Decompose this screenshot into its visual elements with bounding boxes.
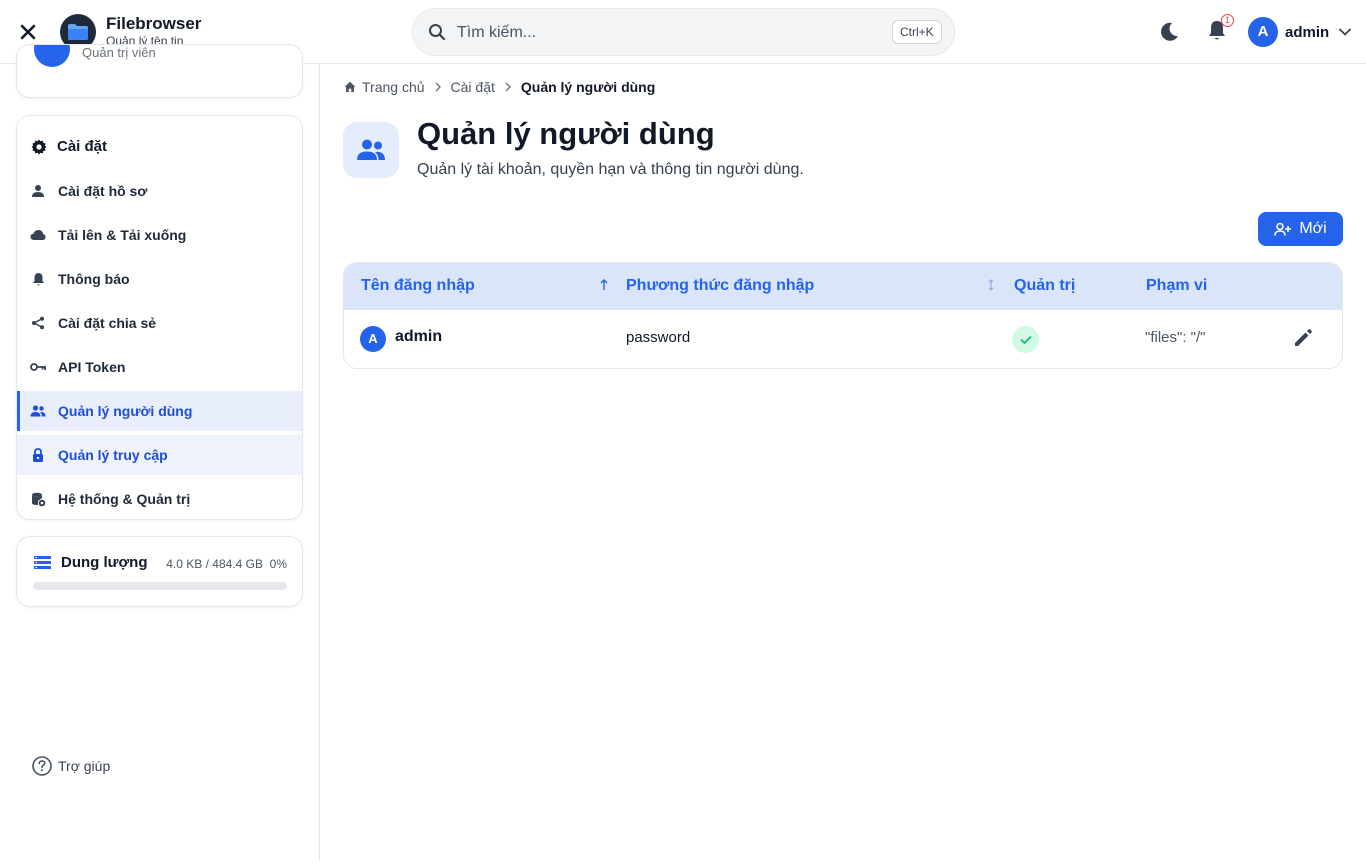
storage-header: Dung lượng 4.0 KB / 484.4 GB 0% <box>34 554 287 571</box>
profile-card[interactable]: Quản trị viên <box>16 44 303 98</box>
column-header-scope[interactable]: Phạm vi <box>1146 277 1207 295</box>
close-sidebar-button[interactable] <box>14 18 42 46</box>
sidebar-item-label: Cài đặt chia sẻ <box>58 315 157 331</box>
sidebar-item-access-management[interactable]: Quản lý truy cập <box>17 435 302 475</box>
storage-percent: 0% <box>269 557 287 571</box>
breadcrumb-settings[interactable]: Cài đặt <box>451 79 495 95</box>
sidebar-item-label: Thông báo <box>58 271 130 287</box>
notification-badge: 1 <box>1221 14 1234 27</box>
users-icon <box>30 403 46 419</box>
storage-card: Dung lượng 4.0 KB / 484.4 GB 0% <box>16 536 303 607</box>
users-icon <box>357 139 385 160</box>
storage-label: Dung lượng <box>61 554 148 571</box>
column-header-login-method[interactable]: Phương thức đăng nhập <box>626 277 814 295</box>
key-icon <box>30 359 46 375</box>
sidebar-item-label: Quản lý người dùng <box>58 403 193 419</box>
storage-progress-bar <box>33 582 287 590</box>
storage-icon <box>34 556 51 569</box>
sidebar-item-notifications[interactable]: Thông báo <box>17 259 302 299</box>
bell-icon <box>30 271 46 287</box>
chevron-right-icon <box>435 82 441 92</box>
help-label: Trợ giúp <box>58 758 111 774</box>
breadcrumb-home[interactable]: Trang chủ <box>344 79 425 95</box>
app-name: Filebrowser <box>106 14 202 33</box>
sidebar-item-api-token[interactable]: API Token <box>17 347 302 387</box>
database-gear-icon <box>30 491 46 507</box>
search-bar[interactable]: Ctrl+K <box>412 8 955 56</box>
gear-icon <box>31 139 47 154</box>
sidebar-item-profile[interactable]: Cài đặt hồ sơ <box>17 171 302 211</box>
breadcrumb-current: Quản lý người dùng <box>520 79 656 95</box>
pencil-icon <box>1295 329 1312 346</box>
column-header-username[interactable]: Tên đăng nhập <box>361 277 475 295</box>
help-link[interactable]: Trợ giúp <box>32 756 110 776</box>
storage-value: 4.0 KB / 484.4 GB <box>166 557 263 571</box>
table-header: Tên đăng nhập Phương thức đăng nhập Quản… <box>344 263 1342 310</box>
avatar: A <box>360 326 386 352</box>
storage-usage: 4.0 KB / 484.4 GB 0% <box>166 557 287 571</box>
breadcrumb-home-label: Trang chủ <box>362 79 425 95</box>
sidebar-item-user-management[interactable]: Quản lý người dùng <box>17 391 302 431</box>
settings-card: Cài đặt Cài đặt hồ sơ Tải lên & Tải xuốn… <box>16 115 303 520</box>
page-subtitle: Quản lý tài khoản, quyền hạn và thông ti… <box>417 161 804 178</box>
search-icon <box>429 24 446 41</box>
check-icon <box>1020 335 1031 344</box>
avatar: A <box>1248 17 1278 47</box>
cell-login-method: password <box>626 329 691 346</box>
settings-heading: Cài đặt <box>31 138 107 155</box>
profile-role: Quản trị viên <box>82 45 156 60</box>
user-menu[interactable]: A admin <box>1248 16 1352 48</box>
brand: Filebrowser Quản lý tệp tin <box>106 14 201 48</box>
sidebar-item-label: API Token <box>58 359 126 375</box>
sidebar: Quản trị viên Cài đặt Cài đặt hồ sơ Tải … <box>0 44 320 861</box>
settings-title: Cài đặt <box>57 138 108 155</box>
users-table: Tên đăng nhập Phương thức đăng nhập Quản… <box>343 262 1343 369</box>
profile-avatar <box>34 45 70 67</box>
sidebar-item-label: Quản lý truy cập <box>58 447 168 463</box>
chevron-right-icon <box>505 82 511 92</box>
sidebar-item-label: Cài đặt hồ sơ <box>58 183 148 199</box>
folder-icon <box>68 24 88 40</box>
user-plus-icon <box>1274 222 1292 236</box>
table-row[interactable]: A admin password "files": "/" <box>344 310 1342 368</box>
theme-toggle-button[interactable] <box>1156 19 1182 45</box>
breadcrumb: Trang chủ Cài đặt Quản lý người dùng <box>344 79 655 95</box>
page-icon <box>343 122 399 178</box>
user-icon <box>30 183 46 199</box>
search-input[interactable] <box>457 21 877 45</box>
user-name: admin <box>1285 23 1330 41</box>
sidebar-item-upload-download[interactable]: Tải lên & Tải xuống <box>17 215 302 255</box>
page-title: Quản lý người dùng <box>417 116 715 151</box>
help-icon <box>32 756 52 776</box>
moon-icon <box>1161 22 1178 41</box>
cell-username: admin <box>395 328 443 345</box>
close-icon <box>20 24 36 40</box>
cloud-icon <box>30 227 46 243</box>
sort-icon[interactable] <box>987 279 995 291</box>
column-header-admin[interactable]: Quản trị <box>1014 277 1075 295</box>
home-icon <box>344 81 356 92</box>
sort-asc-icon[interactable] <box>600 279 608 291</box>
new-user-button[interactable]: Mới <box>1258 212 1343 246</box>
cell-scope: "files": "/" <box>1145 329 1206 346</box>
search-shortcut: Ctrl+K <box>892 20 942 44</box>
lock-icon <box>30 447 46 463</box>
share-icon <box>30 315 46 331</box>
sidebar-item-label: Tải lên & Tải xuống <box>58 227 187 243</box>
chevron-down-icon <box>1339 28 1352 36</box>
new-button-label: Mới <box>1299 220 1327 237</box>
sidebar-item-share-settings[interactable]: Cài đặt chia sẻ <box>17 303 302 343</box>
sidebar-item-system-admin[interactable]: Hệ thống & Quản trị <box>17 479 302 519</box>
main-content: Trang chủ Cài đặt Quản lý người dùng Quả… <box>320 64 1366 861</box>
admin-status-badge <box>1012 326 1039 353</box>
edit-user-button[interactable] <box>1292 327 1316 351</box>
sidebar-item-label: Hệ thống & Quản trị <box>58 491 191 507</box>
